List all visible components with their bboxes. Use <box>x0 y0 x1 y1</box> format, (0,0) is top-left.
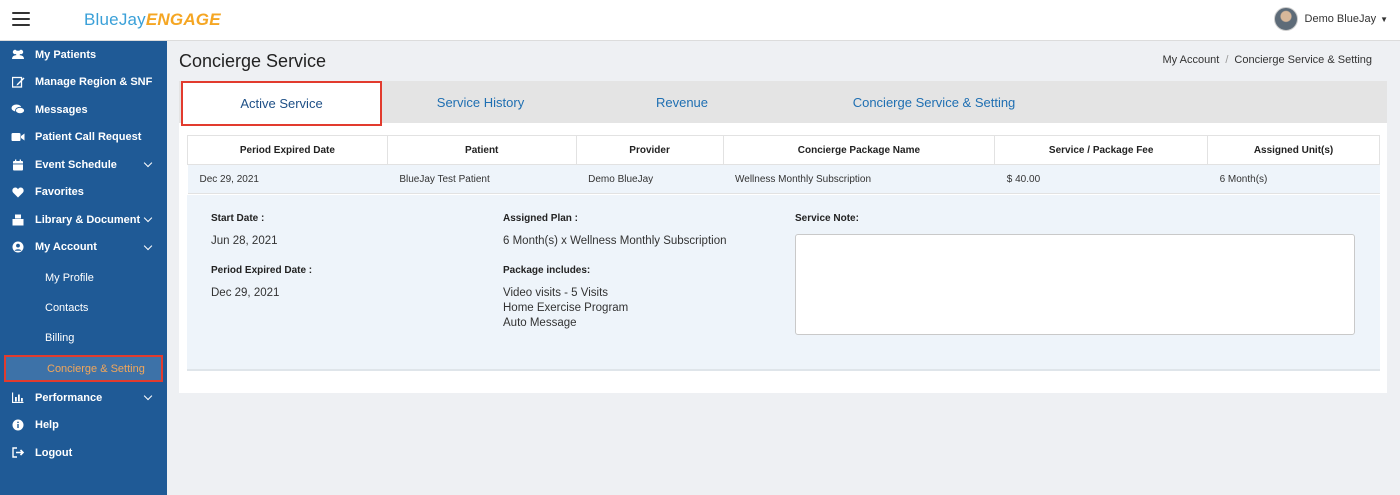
sidebar-item-my-account[interactable]: My Account <box>0 234 167 262</box>
sidebar-item-logout[interactable]: Logout <box>0 439 167 467</box>
sidebar-item-patient-call-request[interactable]: Patient Call Request <box>0 124 167 152</box>
list-item: Video visits - 5 Visits <box>503 287 609 299</box>
info-icon <box>10 419 26 431</box>
period-expired-label: Period Expired Date : <box>211 265 313 276</box>
table-row[interactable]: Dec 29, 2021 BlueJay Test Patient Demo B… <box>187 164 1380 194</box>
start-date-value: Jun 28, 2021 <box>211 235 278 247</box>
hamburger-menu-icon[interactable] <box>12 12 30 26</box>
sidebar-item-manage-region[interactable]: Manage Region & SNF <box>0 69 167 97</box>
video-icon <box>10 132 26 142</box>
tab-service-history[interactable]: Service History <box>384 81 577 123</box>
tab-revenue[interactable]: Revenue <box>577 81 787 123</box>
assigned-plan-value: 6 Month(s) x Wellness Monthly Subscripti… <box>503 235 727 247</box>
column-header[interactable]: Assigned Unit(s) <box>1207 135 1380 165</box>
chevron-down-icon <box>143 213 153 223</box>
column-header[interactable]: Period Expired Date <box>187 135 388 165</box>
table-cell: Wellness Monthly Subscription <box>723 164 995 194</box>
table-cell: $ 40.00 <box>994 164 1208 194</box>
column-header[interactable]: Patient <box>386 135 577 165</box>
start-date-label: Start Date : <box>211 213 265 224</box>
sidebar-item-library-document[interactable]: Library & Document <box>0 206 167 234</box>
sidebar-subitem-contacts[interactable]: Contacts <box>0 293 167 323</box>
package-includes-list: Video visits - 5 Visits Home Exercise Pr… <box>503 286 628 331</box>
sidebar-subitem-my-profile[interactable]: My Profile <box>0 263 167 293</box>
service-details: Start Date : Jun 28, 2021 Period Expired… <box>187 195 1380 371</box>
breadcrumb-item-my-account[interactable]: My Account <box>1163 54 1220 66</box>
user-name: Demo BlueJay <box>1304 13 1377 25</box>
assigned-plan-label: Assigned Plan : <box>503 213 579 224</box>
table-cell: BlueJay Test Patient <box>387 164 577 194</box>
breadcrumb-item-current: Concierge Service & Setting <box>1234 54 1372 66</box>
sidebar: My Patients Manage Region & SNF Messages… <box>0 41 167 495</box>
sidebar-item-performance[interactable]: Performance <box>0 384 167 412</box>
sidebar-subitem-billing[interactable]: Billing <box>0 323 167 353</box>
package-includes-label: Package includes: <box>503 265 591 276</box>
tab-concierge-service-setting[interactable]: Concierge Service & Setting <box>787 81 1081 123</box>
list-item: Home Exercise Program <box>503 302 629 314</box>
column-header[interactable]: Provider <box>575 135 724 165</box>
list-item: Auto Message <box>503 317 577 329</box>
sidebar-item-help[interactable]: Help <box>0 412 167 440</box>
main-panel: Active Service Service History Revenue C… <box>179 81 1387 393</box>
heart-icon <box>10 187 26 198</box>
table-cell: Dec 29, 2021 <box>187 164 388 194</box>
table-cell: Demo BlueJay <box>576 164 724 194</box>
sidebar-item-my-patients[interactable]: My Patients <box>0 41 167 69</box>
chevron-down-icon <box>143 158 153 168</box>
chevron-down-icon <box>143 241 153 250</box>
table-cell: 6 Month(s) <box>1207 164 1380 194</box>
sidebar-item-favorites[interactable]: Favorites <box>0 179 167 207</box>
edit-icon <box>10 76 26 88</box>
breadcrumb: My Account / Concierge Service & Setting <box>1162 54 1373 66</box>
caret-down-icon: ▼ <box>1380 14 1388 24</box>
page-title: Concierge Service <box>179 51 327 71</box>
top-bar: BlueJayENGAGE Demo BlueJay ▼ <box>0 0 1400 41</box>
chevron-down-icon <box>143 391 153 401</box>
app-logo[interactable]: BlueJayENGAGE <box>84 10 221 30</box>
tab-bar: Active Service Service History Revenue C… <box>179 81 1387 126</box>
sidebar-item-event-schedule[interactable]: Event Schedule <box>0 151 167 179</box>
library-icon <box>10 214 26 226</box>
period-expired-value: Dec 29, 2021 <box>211 287 280 299</box>
column-header[interactable]: Service / Package Fee <box>994 135 1209 165</box>
service-table: Period Expired Date Patient Provider Con… <box>187 135 1380 194</box>
comments-icon <box>10 104 26 115</box>
service-note-field[interactable] <box>795 234 1355 335</box>
chart-icon <box>10 392 26 404</box>
logout-icon <box>10 447 26 458</box>
user-menu[interactable]: Demo BlueJay ▼ <box>1273 7 1388 31</box>
table-header-row: Period Expired Date Patient Provider Con… <box>187 135 1380 165</box>
user-circle-icon <box>10 241 26 253</box>
calendar-icon <box>10 159 26 171</box>
service-note-label: Service Note: <box>795 213 859 224</box>
sidebar-subitem-concierge-setting[interactable]: Concierge & Setting <box>4 355 163 382</box>
column-header[interactable]: Concierge Package Name <box>722 135 996 165</box>
avatar <box>1273 7 1298 31</box>
users-icon <box>10 49 26 60</box>
tab-active-service[interactable]: Active Service <box>181 81 382 126</box>
sidebar-item-messages[interactable]: Messages <box>0 96 167 124</box>
